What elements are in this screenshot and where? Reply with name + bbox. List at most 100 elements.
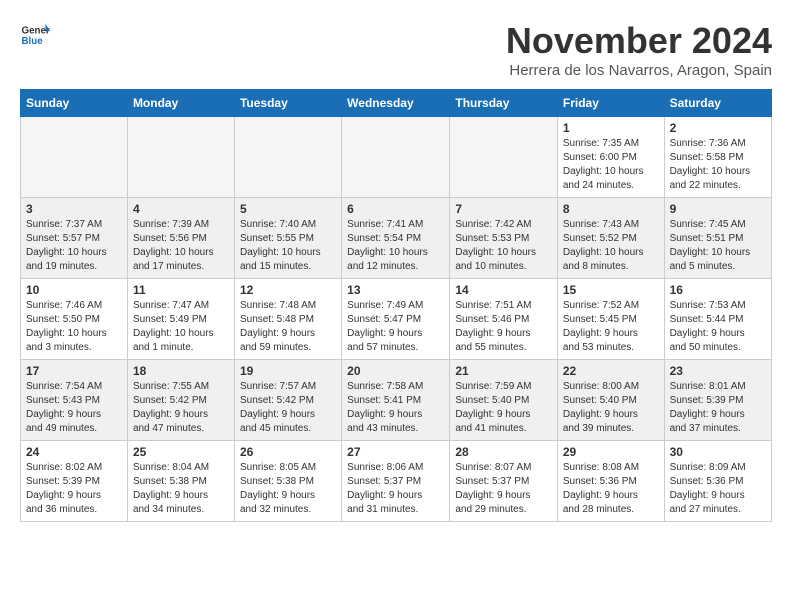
- week-row-3: 10 Sunrise: 7:46 AM Sunset: 5:50 PM Dayli…: [21, 279, 772, 360]
- calendar-cell: 12 Sunrise: 7:48 AM Sunset: 5:48 PM Dayli…: [234, 279, 341, 360]
- day-number: 14: [455, 283, 552, 297]
- day-number: 4: [133, 202, 229, 216]
- day-number: 24: [26, 445, 122, 459]
- day-info: Sunrise: 7:37 AM Sunset: 5:57 PM Dayligh…: [26, 218, 122, 274]
- day-number: 15: [563, 283, 659, 297]
- header-cell-thursday: Thursday: [450, 90, 558, 117]
- day-info: Sunrise: 7:57 AM Sunset: 5:42 PM Dayligh…: [240, 380, 336, 436]
- day-info: Sunrise: 7:48 AM Sunset: 5:48 PM Dayligh…: [240, 299, 336, 355]
- day-info: Sunrise: 7:55 AM Sunset: 5:42 PM Dayligh…: [133, 380, 229, 436]
- calendar-cell: [21, 117, 128, 198]
- calendar-cell: 21 Sunrise: 7:59 AM Sunset: 5:40 PM Dayli…: [450, 360, 558, 441]
- svg-text:Blue: Blue: [22, 36, 44, 47]
- calendar-cell: 5 Sunrise: 7:40 AM Sunset: 5:55 PM Daylig…: [234, 198, 341, 279]
- week-row-1: 1 Sunrise: 7:35 AM Sunset: 6:00 PM Daylig…: [21, 117, 772, 198]
- day-number: 27: [347, 445, 444, 459]
- calendar-cell: 16Sunrise: 7:53 AM Sunset: 5:44 PM Dayli…: [664, 279, 771, 360]
- day-info: Sunrise: 7:39 AM Sunset: 5:56 PM Dayligh…: [133, 218, 229, 274]
- week-row-2: 3 Sunrise: 7:37 AM Sunset: 5:57 PM Daylig…: [21, 198, 772, 279]
- day-info: Sunrise: 7:36 AM Sunset: 5:58 PM Dayligh…: [670, 137, 766, 193]
- day-info: Sunrise: 7:40 AM Sunset: 5:55 PM Dayligh…: [240, 218, 336, 274]
- week-row-5: 24 Sunrise: 8:02 AM Sunset: 5:39 PM Dayli…: [21, 441, 772, 522]
- day-info: Sunrise: 8:00 AM Sunset: 5:40 PM Dayligh…: [563, 380, 659, 436]
- day-info: Sunrise: 7:59 AM Sunset: 5:40 PM Dayligh…: [455, 380, 552, 436]
- logo: General Blue: [20, 20, 50, 50]
- calendar-cell: [234, 117, 341, 198]
- calendar-cell: 17 Sunrise: 7:54 AM Sunset: 5:43 PM Dayli…: [21, 360, 128, 441]
- day-info: Sunrise: 8:01 AM Sunset: 5:39 PM Dayligh…: [670, 380, 766, 436]
- calendar-cell: 8Sunrise: 7:43 AM Sunset: 5:52 PM Daylig…: [557, 198, 664, 279]
- day-number: 25: [133, 445, 229, 459]
- day-number: 29: [563, 445, 659, 459]
- day-info: Sunrise: 8:02 AM Sunset: 5:39 PM Dayligh…: [26, 461, 122, 517]
- calendar-cell: 1 Sunrise: 7:35 AM Sunset: 6:00 PM Daylig…: [557, 117, 664, 198]
- day-number: 17: [26, 364, 122, 378]
- calendar-cell: 19 Sunrise: 7:57 AM Sunset: 5:42 PM Dayli…: [234, 360, 341, 441]
- calendar-cell: 18 Sunrise: 7:55 AM Sunset: 5:42 PM Dayli…: [127, 360, 234, 441]
- day-number: 12: [240, 283, 336, 297]
- day-info: Sunrise: 7:58 AM Sunset: 5:41 PM Dayligh…: [347, 380, 444, 436]
- calendar-cell: 20 Sunrise: 7:58 AM Sunset: 5:41 PM Dayli…: [342, 360, 450, 441]
- calendar-cell: 25 Sunrise: 8:04 AM Sunset: 5:38 PM Dayli…: [127, 441, 234, 522]
- calendar-title: November 2024: [506, 20, 772, 62]
- day-info: Sunrise: 7:43 AM Sunset: 5:52 PM Dayligh…: [563, 218, 659, 274]
- day-info: Sunrise: 8:09 AM Sunset: 5:36 PM Dayligh…: [670, 461, 766, 517]
- day-number: 30: [670, 445, 766, 459]
- day-number: 3: [26, 202, 122, 216]
- day-info: Sunrise: 7:52 AM Sunset: 5:45 PM Dayligh…: [563, 299, 659, 355]
- header-cell-tuesday: Tuesday: [234, 90, 341, 117]
- day-info: Sunrise: 7:49 AM Sunset: 5:47 PM Dayligh…: [347, 299, 444, 355]
- day-number: 19: [240, 364, 336, 378]
- day-number: 11: [133, 283, 229, 297]
- day-info: Sunrise: 7:46 AM Sunset: 5:50 PM Dayligh…: [26, 299, 122, 355]
- day-number: 1: [563, 121, 659, 135]
- calendar-cell: 2 Sunrise: 7:36 AM Sunset: 5:58 PM Daylig…: [664, 117, 771, 198]
- day-number: 9: [670, 202, 766, 216]
- day-number: 2: [670, 121, 766, 135]
- calendar-cell: 26 Sunrise: 8:05 AM Sunset: 5:38 PM Dayli…: [234, 441, 341, 522]
- day-number: 5: [240, 202, 336, 216]
- header-cell-sunday: Sunday: [21, 90, 128, 117]
- day-info: Sunrise: 7:47 AM Sunset: 5:49 PM Dayligh…: [133, 299, 229, 355]
- calendar-cell: [127, 117, 234, 198]
- logo-icon: General Blue: [20, 20, 50, 50]
- calendar-cell: 7Sunrise: 7:42 AM Sunset: 5:53 PM Daylig…: [450, 198, 558, 279]
- day-number: 13: [347, 283, 444, 297]
- day-info: Sunrise: 8:08 AM Sunset: 5:36 PM Dayligh…: [563, 461, 659, 517]
- day-number: 16: [670, 283, 766, 297]
- day-info: Sunrise: 8:07 AM Sunset: 5:37 PM Dayligh…: [455, 461, 552, 517]
- header-cell-friday: Friday: [557, 90, 664, 117]
- day-number: 22: [563, 364, 659, 378]
- calendar-cell: [450, 117, 558, 198]
- calendar-cell: 29 Sunrise: 8:08 AM Sunset: 5:36 PM Dayli…: [557, 441, 664, 522]
- day-info: Sunrise: 8:04 AM Sunset: 5:38 PM Dayligh…: [133, 461, 229, 517]
- day-info: Sunrise: 7:42 AM Sunset: 5:53 PM Dayligh…: [455, 218, 552, 274]
- day-number: 28: [455, 445, 552, 459]
- calendar-cell: 4 Sunrise: 7:39 AM Sunset: 5:56 PM Daylig…: [127, 198, 234, 279]
- title-area: November 2024 Herrera de los Navarros, A…: [506, 20, 772, 79]
- day-info: Sunrise: 8:05 AM Sunset: 5:38 PM Dayligh…: [240, 461, 336, 517]
- day-info: Sunrise: 7:51 AM Sunset: 5:46 PM Dayligh…: [455, 299, 552, 355]
- header-cell-wednesday: Wednesday: [342, 90, 450, 117]
- header: General Blue November 2024 Herrera de lo…: [20, 20, 772, 79]
- day-info: Sunrise: 7:45 AM Sunset: 5:51 PM Dayligh…: [670, 218, 766, 274]
- day-number: 10: [26, 283, 122, 297]
- calendar-cell: 11 Sunrise: 7:47 AM Sunset: 5:49 PM Dayli…: [127, 279, 234, 360]
- calendar-cell: 3 Sunrise: 7:37 AM Sunset: 5:57 PM Daylig…: [21, 198, 128, 279]
- day-number: 21: [455, 364, 552, 378]
- week-row-4: 17 Sunrise: 7:54 AM Sunset: 5:43 PM Dayli…: [21, 360, 772, 441]
- day-info: Sunrise: 8:06 AM Sunset: 5:37 PM Dayligh…: [347, 461, 444, 517]
- calendar-cell: 13 Sunrise: 7:49 AM Sunset: 5:47 PM Dayli…: [342, 279, 450, 360]
- header-cell-monday: Monday: [127, 90, 234, 117]
- day-number: 26: [240, 445, 336, 459]
- calendar-cell: 9 Sunrise: 7:45 AM Sunset: 5:51 PM Daylig…: [664, 198, 771, 279]
- calendar-cell: 6Sunrise: 7:41 AM Sunset: 5:54 PM Daylig…: [342, 198, 450, 279]
- day-info: Sunrise: 7:35 AM Sunset: 6:00 PM Dayligh…: [563, 137, 659, 193]
- calendar-cell: 14 Sunrise: 7:51 AM Sunset: 5:46 PM Dayli…: [450, 279, 558, 360]
- day-number: 20: [347, 364, 444, 378]
- day-number: 18: [133, 364, 229, 378]
- calendar-cell: [342, 117, 450, 198]
- day-info: Sunrise: 7:54 AM Sunset: 5:43 PM Dayligh…: [26, 380, 122, 436]
- calendar-cell: 23Sunrise: 8:01 AM Sunset: 5:39 PM Dayli…: [664, 360, 771, 441]
- calendar-subtitle: Herrera de los Navarros, Aragon, Spain: [506, 62, 772, 79]
